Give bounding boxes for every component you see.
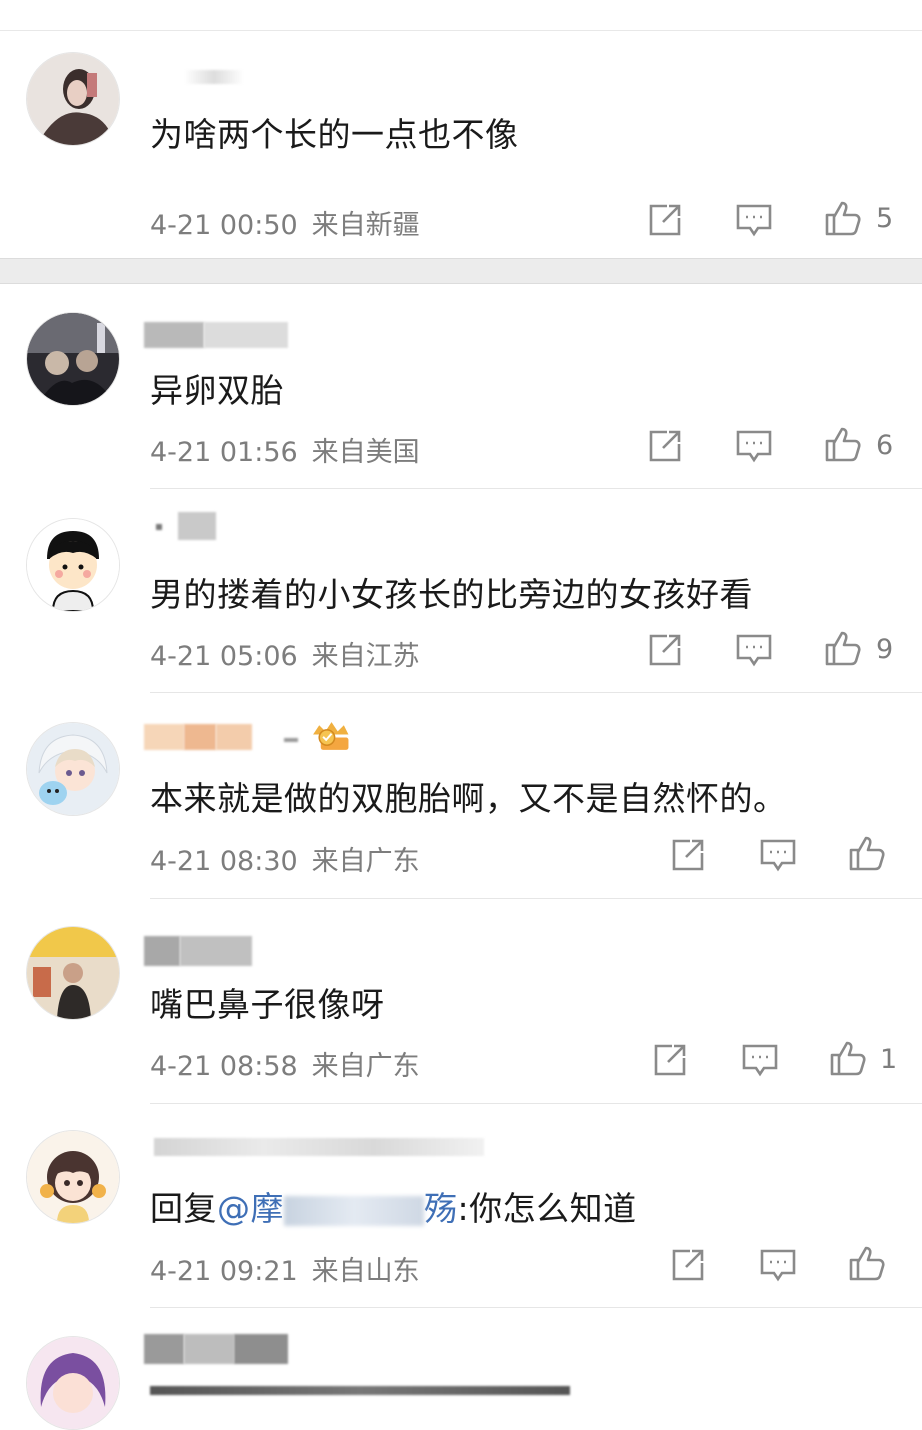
avatar[interactable]	[26, 1130, 120, 1224]
thumbs-up-icon[interactable]	[828, 1038, 868, 1078]
comment-meta: 4-21 08:30 来自广东	[150, 839, 420, 878]
thumbs-up-icon[interactable]	[847, 1243, 887, 1283]
comment-text: 嘴巴鼻子很像呀	[150, 985, 385, 1024]
comment-icon[interactable]	[758, 1245, 798, 1285]
top-divider	[0, 0, 922, 31]
comment-time: 4-21 05:06	[150, 641, 298, 672]
avatar[interactable]	[26, 722, 120, 816]
comment-text: 异卵双胎	[150, 371, 284, 410]
section-separator	[0, 258, 922, 284]
comment-location: 来自山东	[311, 1256, 420, 1287]
redacted-name	[284, 1195, 424, 1226]
comment-text: 本来就是做的双胞胎啊，又不是自然怀的。	[150, 779, 787, 818]
avatar[interactable]	[26, 1336, 120, 1430]
comment-location: 来自江苏	[311, 641, 420, 672]
divider	[150, 692, 922, 693]
like-count: 5	[876, 203, 894, 234]
comment-meta: 4-21 01:56 来自美国	[150, 430, 420, 469]
like-count: 9	[876, 634, 894, 665]
thumbs-up-icon[interactable]	[823, 424, 863, 464]
comment-icon[interactable]	[734, 630, 774, 670]
avatar[interactable]	[26, 518, 120, 612]
comment-meta: 4-21 09:21 来自山东	[150, 1249, 420, 1288]
share-icon[interactable]	[645, 630, 685, 670]
divider	[150, 1103, 922, 1104]
crown-badge-icon	[310, 716, 362, 756]
divider	[150, 898, 922, 899]
comment-icon[interactable]	[734, 200, 774, 240]
comment-location: 来自广东	[311, 1051, 420, 1082]
comment-meta: 4-21 05:06 来自江苏	[150, 634, 420, 673]
share-icon[interactable]	[668, 1245, 708, 1285]
share-icon[interactable]	[645, 200, 685, 240]
share-icon[interactable]	[650, 1040, 690, 1080]
divider	[150, 1307, 922, 1308]
comment-time: 4-21 08:30	[150, 846, 298, 877]
avatar[interactable]	[26, 312, 120, 406]
avatar[interactable]	[26, 52, 120, 146]
comment-time: 4-21 00:50	[150, 210, 298, 241]
thumbs-up-icon[interactable]	[823, 628, 863, 668]
comment-icon[interactable]	[758, 835, 798, 875]
share-icon[interactable]	[668, 835, 708, 875]
mention-link[interactable]: @摩殇	[217, 1189, 458, 1228]
share-icon[interactable]	[645, 426, 685, 466]
comment-text-cut-off	[150, 1386, 570, 1395]
divider	[150, 488, 922, 489]
comment-text: 回复@摩 殇:你怎么知道	[150, 1182, 637, 1230]
comment-meta: 4-21 00:50 来自新疆	[150, 203, 420, 242]
thumbs-up-icon[interactable]	[847, 833, 887, 873]
comment-text: 为啥两个长的一点也不像	[150, 115, 519, 154]
comment-icon[interactable]	[734, 426, 774, 466]
like-count: 1	[880, 1044, 898, 1075]
comment-meta: 4-21 08:58 来自广东	[150, 1044, 420, 1083]
comment-time: 4-21 01:56	[150, 437, 298, 468]
avatar[interactable]	[26, 926, 120, 1020]
comment-time: 4-21 09:21	[150, 1256, 298, 1287]
reply-text: :你怎么知道	[457, 1189, 637, 1228]
comment-location: 来自广东	[311, 846, 420, 877]
comment-time: 4-21 08:58	[150, 1051, 298, 1082]
comment-text: 男的搂着的小女孩长的比旁边的女孩好看	[150, 575, 753, 614]
comment-location: 来自新疆	[311, 210, 420, 241]
reply-prefix: 回复	[150, 1189, 217, 1228]
comment-icon[interactable]	[740, 1040, 780, 1080]
thumbs-up-icon[interactable]	[823, 198, 863, 238]
comment-location: 来自美国	[311, 437, 420, 468]
like-count: 6	[876, 430, 894, 461]
